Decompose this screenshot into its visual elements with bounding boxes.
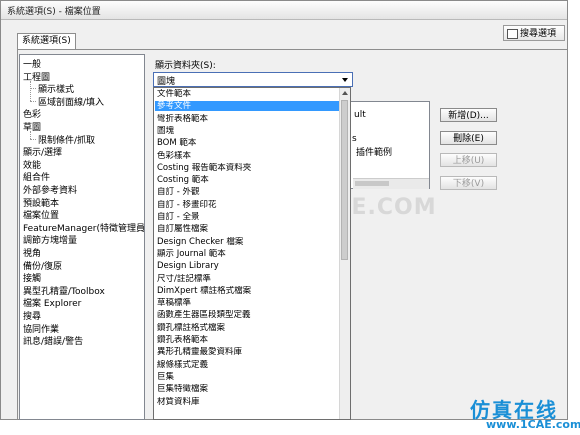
dropdown-option[interactable]: 彎折表格範本	[155, 114, 339, 124]
dropdown-option[interactable]: Costing 範本	[155, 175, 339, 185]
dropdown-option[interactable]: 鑽孔標註格式檔案	[155, 323, 339, 333]
dropdown-option[interactable]: 顯示 Journal 範本	[155, 249, 339, 259]
tree-item[interactable]: 限制條件/抓取	[38, 133, 95, 146]
dropdown-option[interactable]: 異形孔精靈最愛資料庫	[155, 347, 339, 357]
dropdown-option[interactable]: 草稿標準	[155, 298, 339, 308]
tree-item[interactable]: FeatureManager(特徵管理員)	[23, 221, 144, 234]
dropdown-option[interactable]: 自訂 - 全景	[155, 212, 339, 222]
tab-system-options[interactable]: 系統選項(S)	[17, 33, 76, 49]
tree-item[interactable]: 組合件	[23, 170, 50, 183]
dropdown-option[interactable]: 自訂屬性檔案	[155, 224, 339, 234]
move-up-button[interactable]: 上移(U)	[440, 153, 497, 167]
tree-item[interactable]: 一般	[23, 57, 41, 70]
tree-item[interactable]: 預設範本	[23, 196, 59, 209]
dropdown-option[interactable]: 函數產生器區段類型定義	[155, 310, 339, 320]
tree-item[interactable]: 協同作業	[23, 322, 59, 335]
tree-connector	[30, 138, 36, 140]
move-down-button[interactable]: 下移(V)	[440, 176, 497, 190]
chevron-down-icon[interactable]	[342, 78, 348, 82]
delete-folder-button[interactable]: 刪除(E)	[440, 131, 497, 145]
tree-item[interactable]: 備份/復原	[23, 259, 62, 272]
dropdown-scrollbar[interactable]	[339, 88, 350, 419]
path-fragment: s	[352, 134, 357, 144]
search-options-button[interactable]: 搜尋選項	[503, 25, 565, 41]
dropdown-option[interactable]: 材質資料庫	[155, 397, 339, 407]
folders-dropdown-list[interactable]: 文件範本參考文件彎折表格範本 圖塊 BOM 範本 色彩樣本 Costing 報告範本資料…	[153, 87, 351, 420]
tree-item[interactable]: 視角	[23, 246, 41, 259]
tree-item[interactable]: 搜尋	[23, 309, 41, 322]
tree-item[interactable]: 調節方塊增量	[23, 233, 77, 246]
path-fragment: 插件範例	[356, 148, 393, 158]
scrollbar-thumb[interactable]	[355, 181, 389, 186]
tree-item[interactable]: 工程圖	[23, 70, 50, 83]
dropdown-option[interactable]: Design Library	[155, 261, 339, 271]
tree-item[interactable]: 訊息/錯誤/警告	[23, 334, 83, 347]
dropdown-option[interactable]: 線條樣式定義	[155, 360, 339, 370]
dropdown-option[interactable]: 圖塊	[155, 126, 339, 136]
tree-connector	[30, 80, 31, 101]
options-tree[interactable]: 一般 工程圖 顯示樣式 區域剖面線/填入 色彩 草圖 限制條件/抓取 顯示/選擇 效能 組合件 外部…	[19, 54, 145, 420]
tab-strip: 系統選項(S) 搜尋選項	[1, 19, 567, 49]
add-folder-button[interactable]: 新增(D)...	[440, 108, 497, 122]
dropdown-option[interactable]: 巨集特徵檔案	[155, 384, 339, 394]
horizontal-scrollbar[interactable]	[353, 178, 429, 189]
tree-item[interactable]: 效能	[23, 158, 41, 171]
title-bar: 系統選項(S) - 檔案位置	[1, 1, 567, 20]
dropdown-option[interactable]: Costing 報告範本資料夾	[155, 163, 339, 173]
scroll-up-icon[interactable]	[342, 91, 348, 95]
tree-item[interactable]: 異型孔精靈/Toolbox	[23, 284, 105, 297]
dropdown-option[interactable]: 自訂 - 外觀	[155, 187, 339, 197]
tree-item[interactable]: 色彩	[23, 107, 41, 120]
tree-item[interactable]: 接觸	[23, 271, 41, 284]
tree-connector	[30, 100, 36, 102]
tree-item[interactable]: 顯示/選擇	[23, 145, 62, 158]
tree-item[interactable]: 草圖	[23, 120, 41, 133]
dropdown-option[interactable]: 自訂 - 移畫印花	[155, 200, 339, 210]
dropdown-option[interactable]: 文件範本	[155, 89, 339, 99]
tree-item[interactable]: 區域剖面線/填入	[38, 95, 104, 108]
dropdown-option[interactable]: DimXpert 標註格式檔案	[155, 286, 339, 296]
folders-selected-value: 圖塊	[157, 77, 176, 87]
folders-combobox[interactable]: 圖塊	[153, 72, 353, 87]
dropdown-option[interactable]: BOM 範本	[155, 138, 339, 148]
tree-item[interactable]: 檔案 Explorer	[23, 296, 81, 309]
tree-item[interactable]: 外部參考資料	[23, 183, 77, 196]
path-fragment: ult	[354, 110, 366, 120]
window-title: 系統選項(S) - 檔案位置	[7, 7, 101, 17]
site-logo-url: www.1CAE.com	[486, 418, 580, 431]
tree-item[interactable]: 顯示樣式	[38, 82, 74, 95]
dropdown-option[interactable]: Design Checker 檔案	[155, 237, 339, 247]
show-folders-label: 顯示資料夾(S):	[155, 61, 216, 71]
dropdown-option[interactable]: 巨集	[155, 372, 339, 382]
tree-item[interactable]: 檔案位置	[23, 208, 59, 221]
search-options-label: 搜尋選項	[520, 29, 557, 39]
dropdown-scrollbar-thumb[interactable]	[341, 100, 348, 260]
dropdown-option[interactable]: 鑽孔表格範本	[155, 335, 339, 345]
search-options-icon	[507, 29, 518, 39]
dropdown-option[interactable]: 參考文件	[155, 101, 339, 112]
dropdown-option[interactable]: 尺寸/註記標準	[155, 274, 339, 284]
dropdown-option[interactable]: 色彩樣本	[155, 151, 339, 161]
tree-connector	[30, 131, 31, 139]
